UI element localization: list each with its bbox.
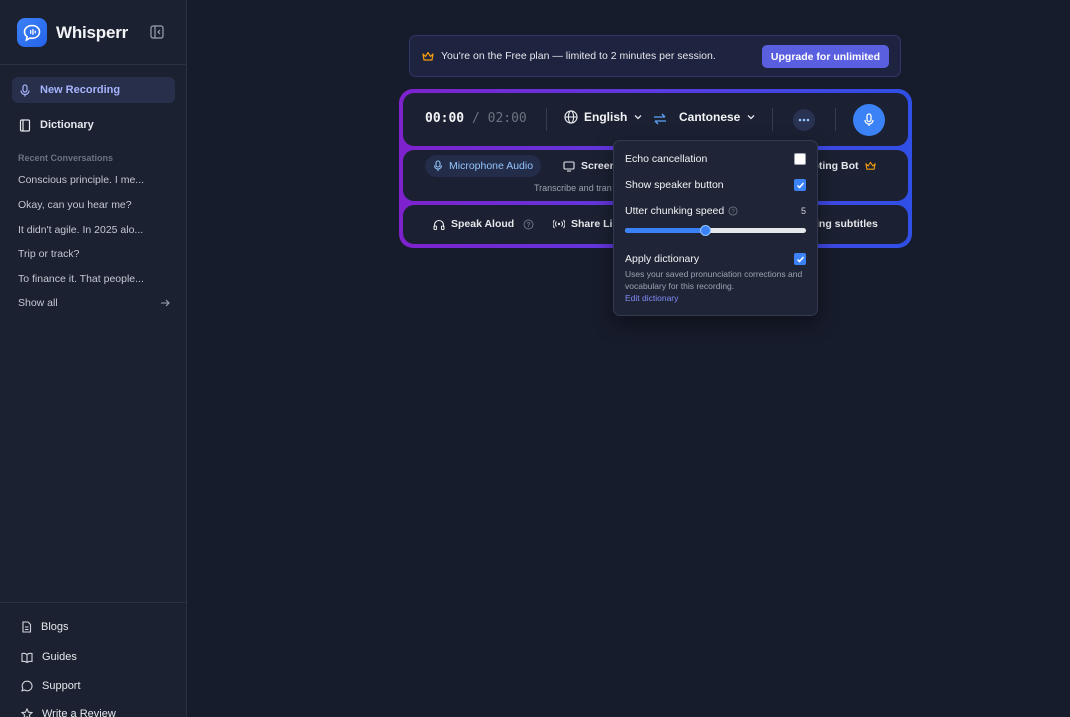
nav-new-recording-label: New Recording (40, 84, 121, 96)
conversation-item[interactable]: To finance it. That people... (18, 273, 144, 285)
share-live-label: Share Li (571, 218, 613, 230)
show-all-link[interactable]: Show all (18, 297, 170, 309)
apply-dictionary-label: Apply dictionary (625, 253, 700, 265)
free-plan-banner: You're on the Free plan — limited to 2 m… (409, 35, 901, 77)
timer-separator: / (471, 111, 480, 126)
footer-blogs-label: Blogs (41, 621, 69, 633)
help-icon[interactable]: ? (728, 206, 738, 216)
footer-guides[interactable]: Guides (21, 651, 77, 663)
check-icon (796, 182, 804, 189)
chunking-speed-slider-fill (625, 228, 706, 233)
help-icon[interactable]: ? (523, 219, 534, 230)
show-speaker-button-row[interactable]: Show speaker button (625, 179, 806, 191)
monitor-icon (563, 160, 575, 172)
timer-elapsed: 00:00 (425, 111, 465, 126)
chunking-speed-heading: Utter chunking speed ? (625, 205, 738, 217)
echo-cancellation-row[interactable]: Echo cancellation (625, 153, 806, 165)
show-all-label: Show all (18, 297, 58, 309)
document-icon (22, 621, 32, 633)
speak-aloud-toggle[interactable]: Speak Aloud ? (433, 218, 534, 230)
footer-write-review-label: Write a Review (42, 708, 116, 717)
edit-dictionary-link[interactable]: Edit dictionary (625, 293, 678, 303)
conversation-item[interactable]: Okay, can you hear me? (18, 199, 132, 211)
chunking-speed-slider-thumb[interactable] (700, 225, 711, 236)
chat-bubble-icon (21, 680, 33, 692)
check-icon (796, 256, 804, 263)
crown-icon (864, 161, 876, 170)
footer-write-review[interactable]: Write a Review (21, 708, 116, 717)
toolbar-divider (772, 108, 773, 131)
echo-cancellation-checkbox[interactable] (794, 153, 806, 165)
headphones-icon (433, 219, 445, 230)
start-recording-button[interactable] (853, 104, 885, 136)
chevron-down-icon (634, 115, 642, 120)
globe-icon (564, 110, 578, 124)
crown-icon (422, 51, 434, 61)
timer-limit: 02:00 (487, 111, 527, 126)
source-microphone-label: Microphone Audio (449, 160, 534, 172)
target-language-select[interactable]: Cantonese (679, 110, 756, 124)
banner-text: You're on the Free plan — limited to 2 m… (441, 50, 716, 62)
speak-aloud-label: Speak Aloud (451, 218, 515, 230)
floating-subtitles-toggle[interactable]: ing subtitles (816, 218, 878, 230)
nav-new-recording[interactable]: New Recording (12, 77, 175, 103)
svg-text:?: ? (731, 208, 735, 215)
show-speaker-button-checkbox[interactable] (794, 179, 806, 191)
collapse-sidebar-icon[interactable] (150, 25, 164, 39)
sidebar: Whisperr New Recording Dictionary Recent… (0, 0, 187, 717)
conversation-item[interactable]: Trip or track? (18, 248, 79, 260)
app-name: Whisperr (56, 22, 129, 42)
arrow-right-icon (161, 299, 170, 307)
chevron-down-icon (747, 115, 755, 120)
apply-dictionary-row[interactable]: Apply dictionary (625, 253, 806, 265)
mic-icon (864, 113, 874, 126)
nav-dictionary[interactable]: Dictionary (12, 112, 175, 138)
share-live-toggle[interactable]: Share Li (553, 218, 612, 230)
more-options-button[interactable] (793, 109, 815, 131)
echo-cancellation-label: Echo cancellation (625, 153, 708, 165)
sidebar-footer-divider (0, 602, 187, 603)
chunking-speed-value: 5 (800, 206, 806, 216)
show-speaker-button-label: Show speaker button (625, 179, 724, 191)
footer-support[interactable]: Support (21, 680, 81, 692)
mic-icon (433, 160, 443, 171)
recording-toolbar: 00:00 / 02:00 English Cantonese (403, 93, 908, 146)
brand[interactable]: Whisperr (17, 18, 128, 47)
nav-dictionary-label: Dictionary (40, 119, 94, 131)
chunking-speed-row: Utter chunking speed ? 5 (625, 205, 806, 217)
broadcast-icon (553, 219, 565, 229)
source-microphone-tab[interactable]: Microphone Audio (425, 155, 542, 177)
more-options-popover: Echo cancellation Show speaker button Ut… (613, 140, 818, 316)
source-hint: Transcribe and tran (534, 183, 612, 193)
book-icon (19, 118, 31, 132)
ellipsis-icon (798, 118, 810, 122)
mic-icon (20, 83, 30, 96)
star-icon (21, 708, 33, 717)
swap-languages-icon[interactable] (653, 112, 667, 130)
open-book-icon (21, 652, 33, 663)
conversation-item[interactable]: It didn't agile. In 2025 alo... (18, 224, 143, 236)
whisperr-logo-icon (17, 18, 47, 47)
sidebar-divider (0, 64, 187, 65)
chunking-speed-label: Utter chunking speed (625, 205, 725, 217)
toolbar-divider (835, 108, 836, 131)
target-language-label: Cantonese (679, 110, 741, 124)
apply-dictionary-checkbox[interactable] (794, 253, 806, 265)
source-language-select[interactable]: English (564, 110, 643, 124)
footer-blogs[interactable]: Blogs (21, 621, 69, 633)
conversation-item[interactable]: Conscious principle. I me... (18, 174, 144, 186)
footer-guides-label: Guides (42, 651, 77, 663)
svg-text:?: ? (527, 222, 531, 229)
footer-support-label: Support (42, 680, 81, 692)
source-meeting-bot-label: eting Bot (813, 160, 859, 172)
source-language-label: English (584, 110, 628, 124)
session-timer: 00:00 / 02:00 (425, 111, 527, 126)
floating-subtitles-label: ing subtitles (816, 218, 878, 230)
toolbar-divider (546, 108, 547, 131)
apply-dictionary-description: Uses your saved pronunciation correction… (625, 269, 803, 291)
chunking-speed-slider[interactable] (625, 225, 806, 236)
recent-conversations-label: Recent Conversations (18, 153, 114, 163)
source-screen-label: Screen (581, 160, 617, 172)
upgrade-button[interactable]: Upgrade for unlimited (761, 45, 889, 68)
